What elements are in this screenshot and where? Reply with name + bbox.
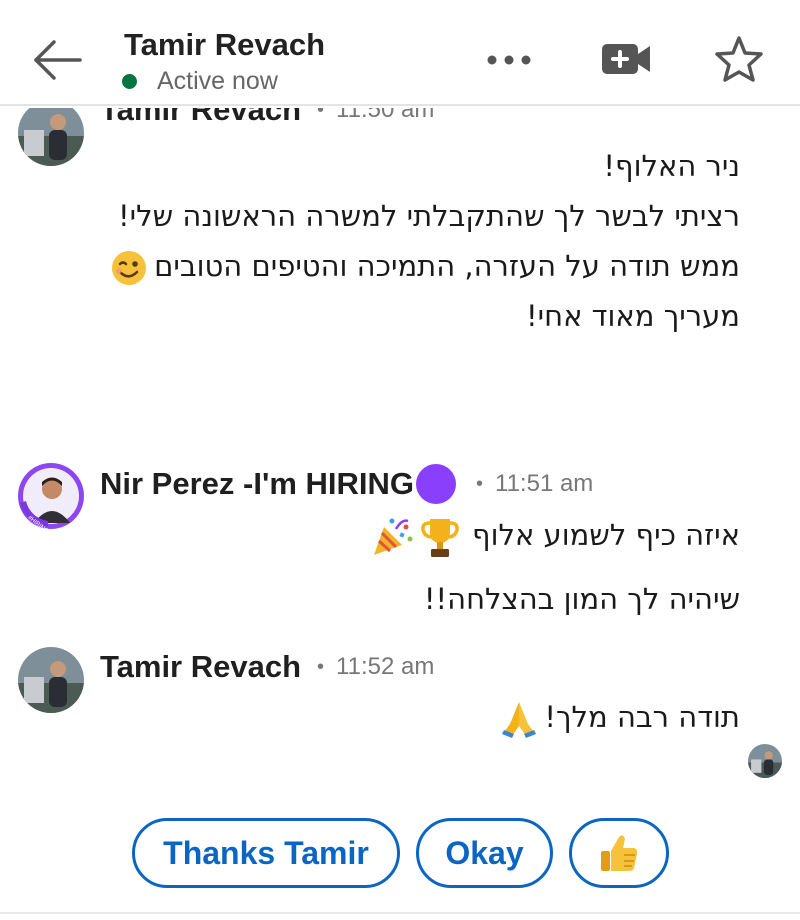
quick-reply-label: Thanks Tamir	[163, 834, 369, 871]
message-time: 11:50 am	[336, 108, 435, 123]
star-button[interactable]	[712, 34, 766, 84]
thumbs-up-emoji	[601, 835, 638, 871]
sender-name[interactable]: Nir Perez -I'm HIRING	[100, 466, 414, 502]
avatar-image: #HIRING	[18, 463, 84, 529]
avatar-tamir[interactable]	[18, 647, 84, 713]
presence-status: Active now	[122, 66, 278, 96]
quick-replies: Thanks Tamir Okay	[0, 818, 800, 888]
message-line: איזה כיף לשמוע אלוף	[100, 510, 740, 566]
message-line: ממש תודה על העזרה, התמיכה והטיפים הטובים	[100, 241, 740, 291]
avatar-image	[18, 108, 84, 166]
separator-dot: •	[317, 108, 325, 121]
separator-dot: •	[476, 472, 484, 495]
message-body: תודה רבה מלך!	[100, 692, 740, 742]
arrow-left-icon	[34, 40, 82, 80]
more-horizontal-icon	[487, 55, 531, 65]
video-call-icon	[602, 44, 650, 74]
back-button[interactable]	[32, 38, 84, 82]
more-options-button[interactable]	[482, 50, 536, 70]
sender-line: Tamir Revach • 11:50 am	[100, 108, 434, 130]
conversation-title[interactable]: Tamir Revach	[124, 27, 325, 63]
message-line: שיהיה לך המון בהצלחה!!	[423, 582, 740, 616]
presence-dot-icon	[122, 73, 137, 89]
message-thread[interactable]: Tamir Revach • 11:50 am ניר האלוף! רציתי…	[0, 108, 800, 920]
sender-name[interactable]: Tamir Revach	[100, 108, 301, 128]
star-icon	[715, 36, 763, 82]
avatar-image	[18, 647, 84, 713]
separator-dot: •	[317, 655, 325, 678]
message-line: ניר האלוף!	[603, 149, 740, 183]
avatar-image	[748, 744, 782, 778]
folded-hands-emoji	[502, 702, 537, 738]
message-line: רציתי לבשר לך שהתקבלתי למשרה הראשונה שלי…	[118, 199, 740, 233]
read-receipt-avatar	[748, 744, 782, 778]
party-popper-emoji	[374, 518, 413, 555]
conversation-header: Tamir Revach Active now	[0, 0, 800, 106]
message-line: מעריך מאוד אחי!	[526, 299, 740, 333]
video-call-button[interactable]	[600, 40, 652, 78]
quick-reply-okay[interactable]: Okay	[416, 818, 553, 888]
message-time: 11:51 am	[495, 470, 594, 497]
quick-reply-label: Okay	[445, 834, 524, 871]
avatar-nir[interactable]: #HIRING	[18, 463, 84, 529]
winking-face-emoji	[112, 251, 147, 285]
quick-reply-thanks-tamir[interactable]: Thanks Tamir	[132, 818, 400, 888]
message-time: 11:52 am	[336, 653, 435, 680]
message-line: תודה רבה מלך!	[100, 692, 740, 742]
sender-name[interactable]: Tamir Revach	[100, 649, 301, 685]
purple-circle-emoji	[416, 464, 456, 504]
avatar-tamir[interactable]	[18, 108, 84, 166]
sender-line: Nir Perez -I'm HIRING • 11:51 am	[100, 464, 593, 504]
trophy-emoji	[421, 519, 459, 557]
message-body: ניר האלוף! רציתי לבשר לך שהתקבלתי למשרה …	[100, 141, 740, 341]
presence-text: Active now	[157, 66, 278, 95]
bottom-divider	[0, 912, 800, 914]
quick-reply-thumbs-up[interactable]	[569, 818, 669, 888]
sender-line: Tamir Revach • 11:52 am	[100, 647, 434, 687]
message-body: איזה כיף לשמוע אלוף שיהיה לך המון בהצלחה…	[100, 510, 740, 624]
